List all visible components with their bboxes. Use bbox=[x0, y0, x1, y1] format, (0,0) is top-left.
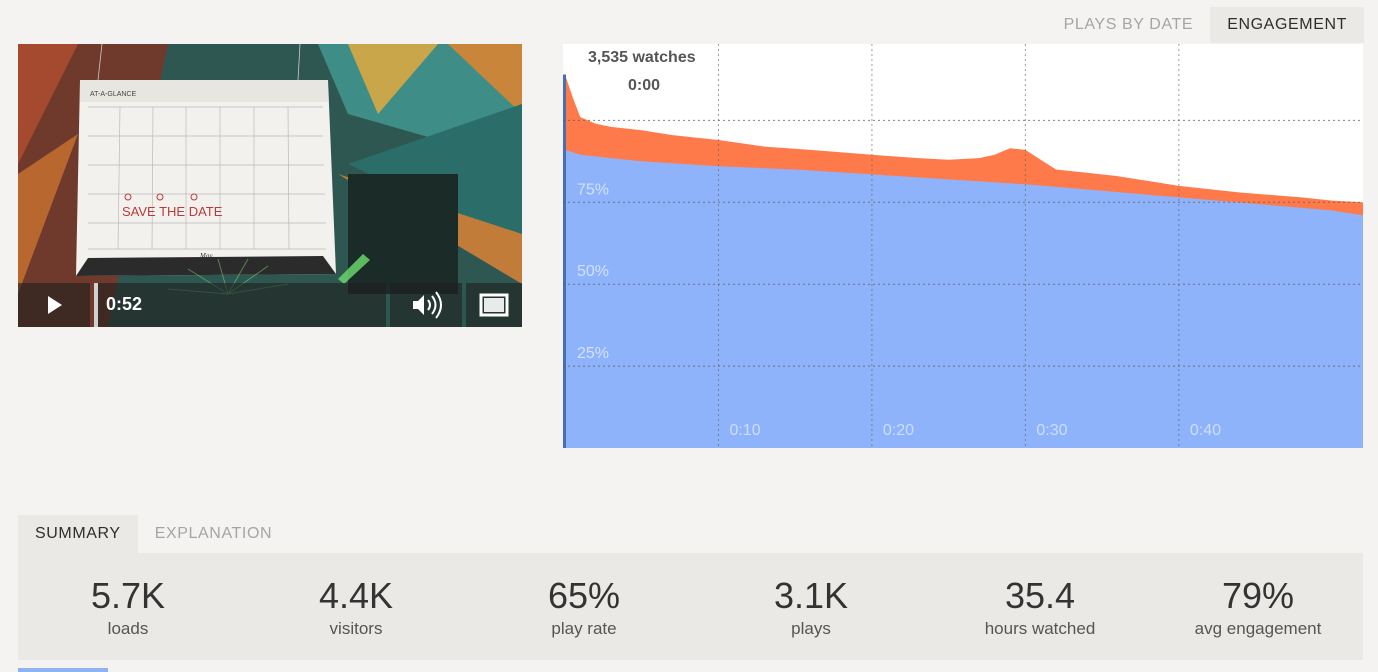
x-tick-label: 0:20 bbox=[883, 422, 914, 439]
scroll-indicator bbox=[18, 668, 108, 672]
stat-label: visitors bbox=[329, 619, 383, 638]
stat-label: plays bbox=[791, 619, 831, 638]
summary-tabs: SUMMARY EXPLANATION bbox=[18, 515, 289, 553]
tab-plays-by-date[interactable]: PLAYS BY DATE bbox=[1047, 7, 1211, 43]
seek-progress bbox=[94, 283, 98, 327]
seek-bar[interactable]: 0:52 bbox=[94, 283, 386, 327]
player-controls: 0:52 bbox=[18, 283, 522, 327]
stat-value: 3.1K bbox=[773, 575, 849, 616]
x-tick-label: 0:30 bbox=[1036, 422, 1067, 439]
stat-hours-watched: 35.4 hours watched bbox=[930, 575, 1150, 641]
stat-value: 79% bbox=[1221, 575, 1295, 616]
view-tabs: PLAYS BY DATE ENGAGEMENT bbox=[1047, 7, 1364, 43]
stat-label: play rate bbox=[551, 619, 617, 638]
volume-icon bbox=[413, 291, 442, 319]
x-tick-label: 0:10 bbox=[729, 422, 760, 439]
stat-value: 65% bbox=[547, 575, 621, 616]
stat-visitors: 4.4K visitors bbox=[246, 575, 466, 641]
fullscreen-button[interactable] bbox=[466, 283, 522, 327]
tab-explanation[interactable]: EXPLANATION bbox=[138, 515, 289, 553]
summary-panel: 5.7K loads 4.4K visitors 65% play rate 3… bbox=[18, 553, 1363, 660]
x-tick-label: 0:40 bbox=[1190, 422, 1221, 439]
y-tick-label: 100% bbox=[577, 99, 618, 116]
stat-play-rate: 65% play rate bbox=[474, 575, 694, 641]
stat-label: hours watched bbox=[984, 619, 1096, 638]
engagement-chart[interactable]: 25% 50% 75% 100% 0:10 0:20 0:30 0:40 3,535 watc… bbox=[563, 44, 1363, 448]
stat-value: 5.7K bbox=[90, 575, 166, 616]
stat-loads: 5.7K loads bbox=[18, 575, 238, 641]
y-tick-label: 75% bbox=[577, 181, 609, 198]
stat-avg-engagement: 79% avg engagement bbox=[1148, 575, 1368, 641]
watch-count: 3,535 watches bbox=[588, 49, 696, 66]
tab-engagement[interactable]: ENGAGEMENT bbox=[1210, 7, 1364, 43]
y-tick-label: 25% bbox=[577, 345, 609, 362]
svg-text:May: May bbox=[199, 252, 213, 260]
engagement-chart-plot: 25% 50% 75% 100% 0:10 0:20 0:30 0:40 bbox=[563, 44, 1363, 448]
hover-time: 0:00 bbox=[628, 77, 661, 94]
svg-text:SAVE THE DATE: SAVE THE DATE bbox=[122, 204, 223, 219]
video-player[interactable]: AT-A-GLANCE SAVE THE DATE May 2013 0:52 bbox=[18, 44, 522, 327]
y-tick-label: 50% bbox=[577, 263, 609, 280]
play-icon bbox=[48, 296, 62, 314]
stat-label: avg engagement bbox=[1194, 619, 1322, 638]
stat-value: 4.4K bbox=[318, 575, 394, 616]
play-button[interactable] bbox=[18, 283, 90, 327]
tab-summary[interactable]: SUMMARY bbox=[18, 515, 138, 553]
fullscreen-icon bbox=[479, 293, 509, 317]
svg-text:2013: 2013 bbox=[199, 262, 210, 267]
current-time: 0:52 bbox=[106, 294, 143, 314]
stat-label: loads bbox=[107, 619, 149, 638]
volume-button[interactable] bbox=[390, 283, 462, 327]
svg-text:AT-A-GLANCE: AT-A-GLANCE bbox=[90, 91, 136, 98]
stat-value: 35.4 bbox=[1004, 575, 1076, 616]
stat-plays: 3.1K plays bbox=[701, 575, 921, 641]
